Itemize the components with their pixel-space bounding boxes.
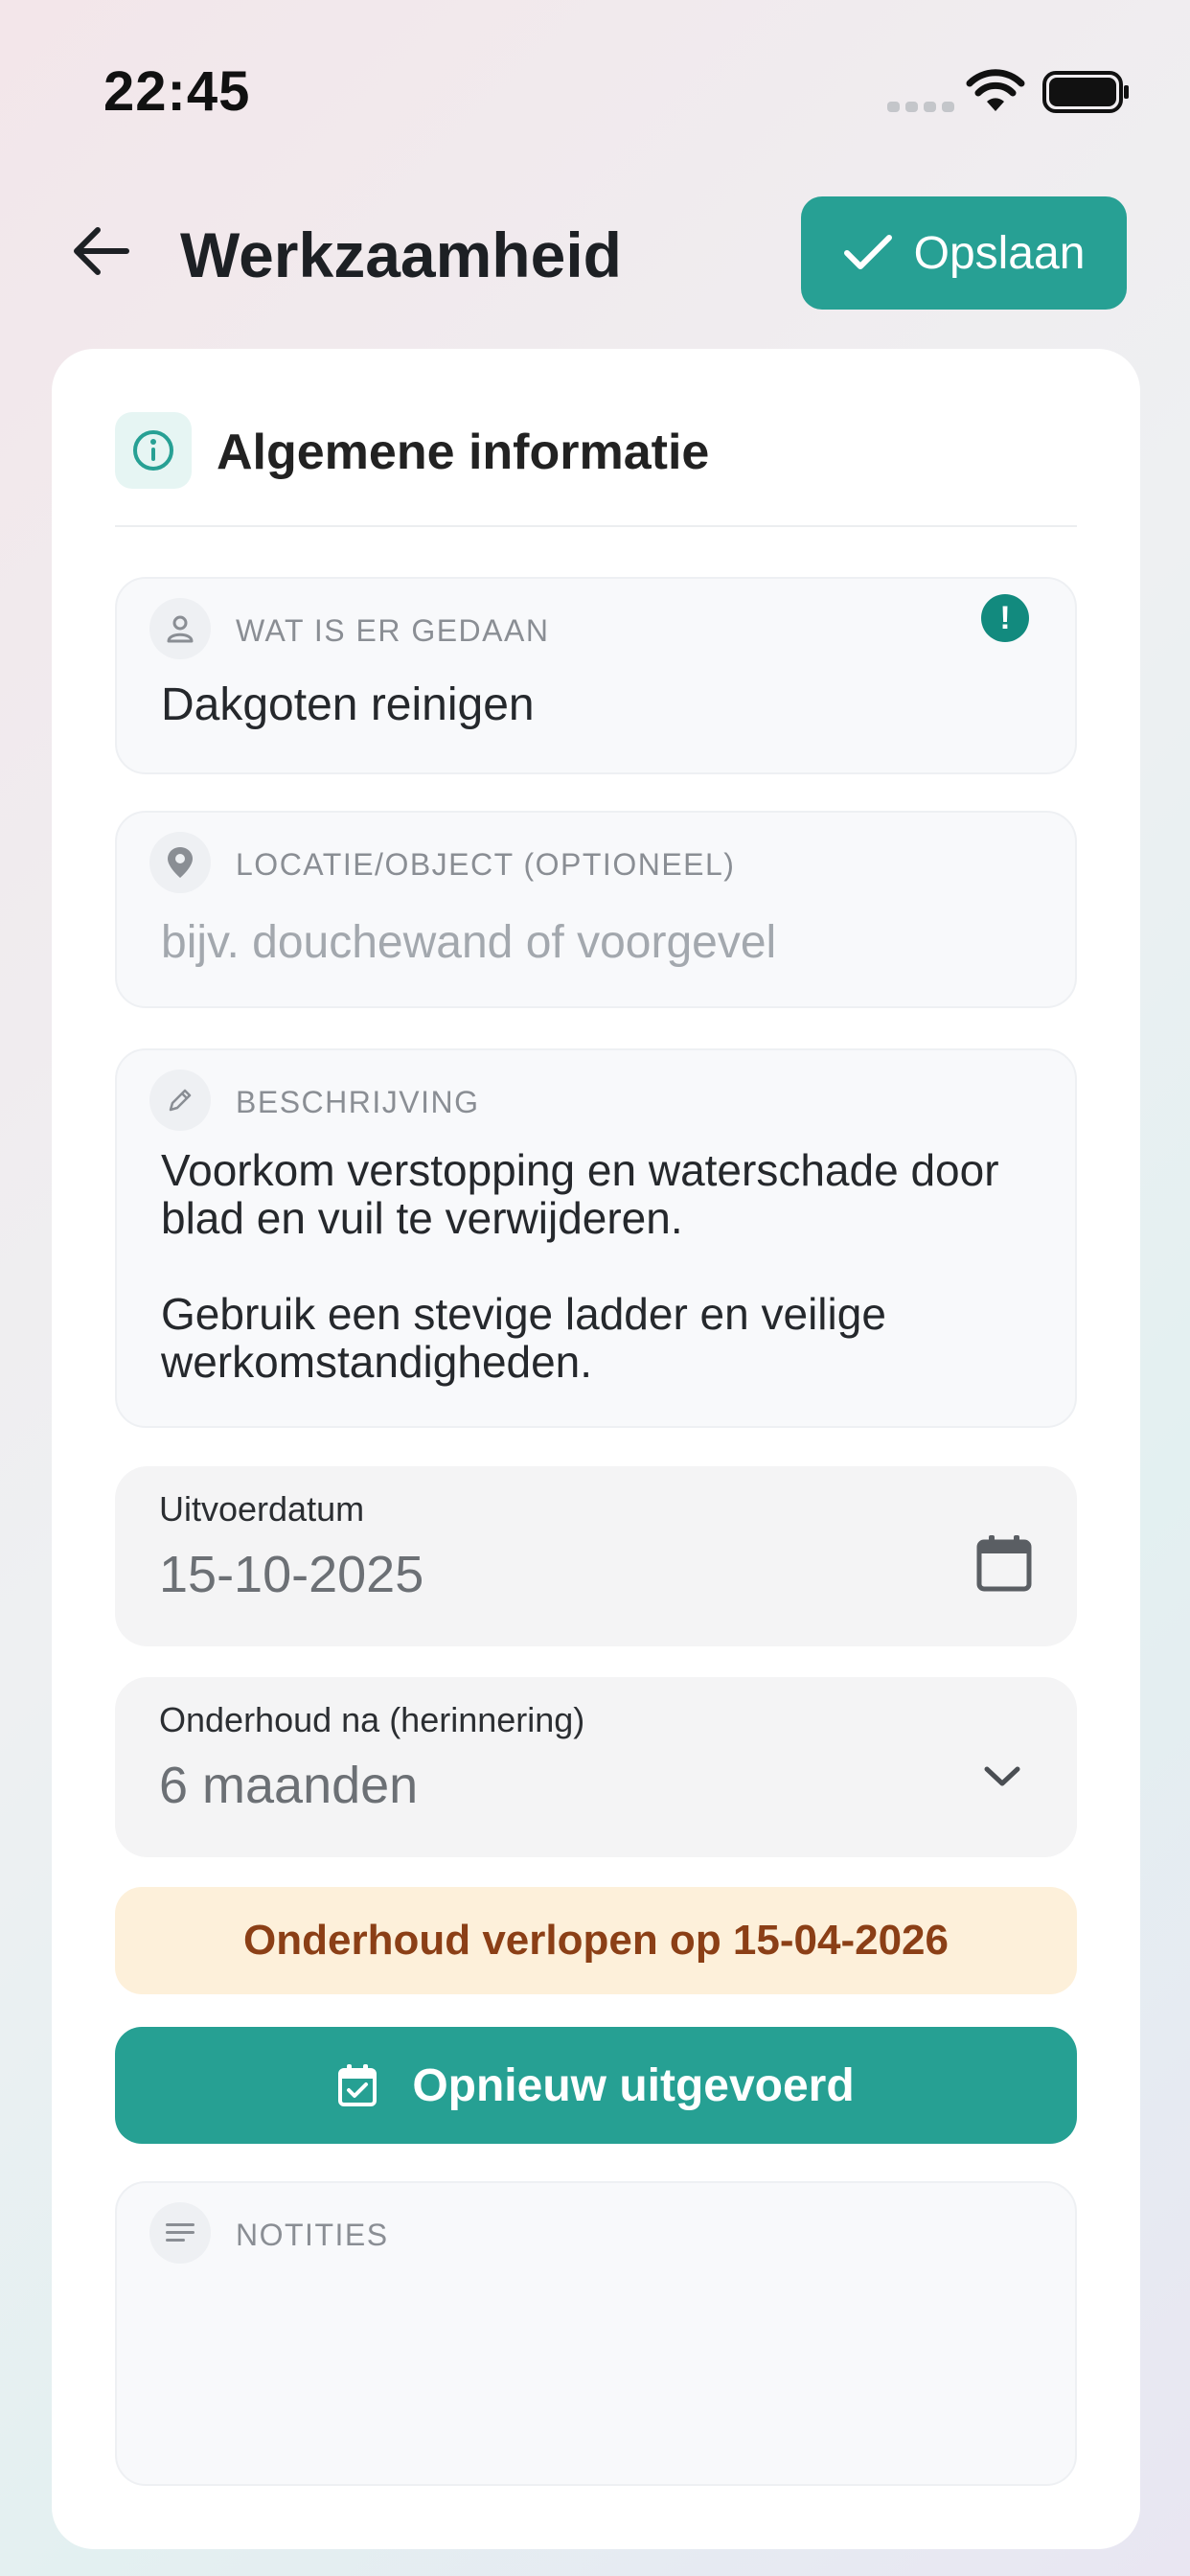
date-value: 15-10-2025 [159, 1546, 424, 1603]
redo-button-label: Opnieuw uitgevoerd [412, 2059, 855, 2111]
redo-button[interactable]: Opnieuw uitgevoerd [115, 2027, 1077, 2144]
info-icon [115, 412, 192, 489]
location-field[interactable]: LOCATIE/OBJECT (OPTIONEEL) bijv. douchew… [115, 811, 1077, 1008]
back-button[interactable] [63, 213, 140, 289]
what-done-label: WAT IS ER GEDAAN [236, 613, 550, 648]
description-label: BESCHRIJVING [236, 1085, 480, 1119]
date-picker[interactable]: Uitvoerdatum 15-10-2025 [115, 1466, 1077, 1646]
pencil-icon [149, 1070, 211, 1131]
required-alert-icon: ! [981, 594, 1029, 642]
maintenance-interval-select[interactable]: Onderhoud na (herinnering) 6 maanden [115, 1677, 1077, 1857]
location-label: LOCATIE/OBJECT (OPTIONEEL) [236, 847, 736, 882]
check-icon [843, 235, 892, 269]
what-done-value: Dakgoten reinigen [161, 679, 535, 730]
section-title: Algemene informatie [217, 425, 710, 480]
location-pin-icon [149, 832, 211, 893]
maintenance-label: Onderhoud na (herinnering) [159, 1700, 585, 1739]
page-title: Werkzaamheid [180, 219, 622, 290]
what-done-field[interactable]: WAT IS ER GEDAAN ! Dakgoten reinigen [115, 577, 1077, 774]
save-button[interactable]: Opslaan [801, 196, 1127, 310]
notes-field[interactable]: NOTITIES [115, 2181, 1077, 2486]
save-button-label: Opslaan [913, 227, 1086, 279]
battery-icon [1042, 71, 1129, 113]
description-value: Voorkom verstopping en waterschade door … [161, 1145, 999, 1387]
maintenance-expired-banner: Onderhoud verlopen op 15-04-2026 [115, 1887, 1077, 1994]
location-placeholder: bijv. douchewand of voorgevel [161, 917, 777, 968]
wifi-icon [966, 69, 1025, 111]
calendar-icon[interactable] [975, 1533, 1033, 1593]
notes-label: NOTITIES [236, 2218, 389, 2252]
user-icon [149, 598, 211, 659]
description-field[interactable]: BESCHRIJVING Voorkom verstopping en wate… [115, 1048, 1077, 1428]
chevron-down-icon [984, 1766, 1020, 1786]
notes-icon [149, 2202, 211, 2264]
date-label: Uitvoerdatum [159, 1489, 365, 1529]
calendar-check-icon [338, 2064, 378, 2106]
form-card: Algemene informatie WAT IS ER GEDAAN ! D… [52, 349, 1140, 2549]
status-time: 22:45 [103, 60, 251, 123]
maintenance-value: 6 maanden [159, 1757, 419, 1814]
back-arrow-icon [74, 227, 129, 275]
status-bar: 22:45 [0, 0, 1190, 192]
section-header: Algemene informatie [115, 412, 1077, 527]
signal-icon [887, 102, 954, 112]
